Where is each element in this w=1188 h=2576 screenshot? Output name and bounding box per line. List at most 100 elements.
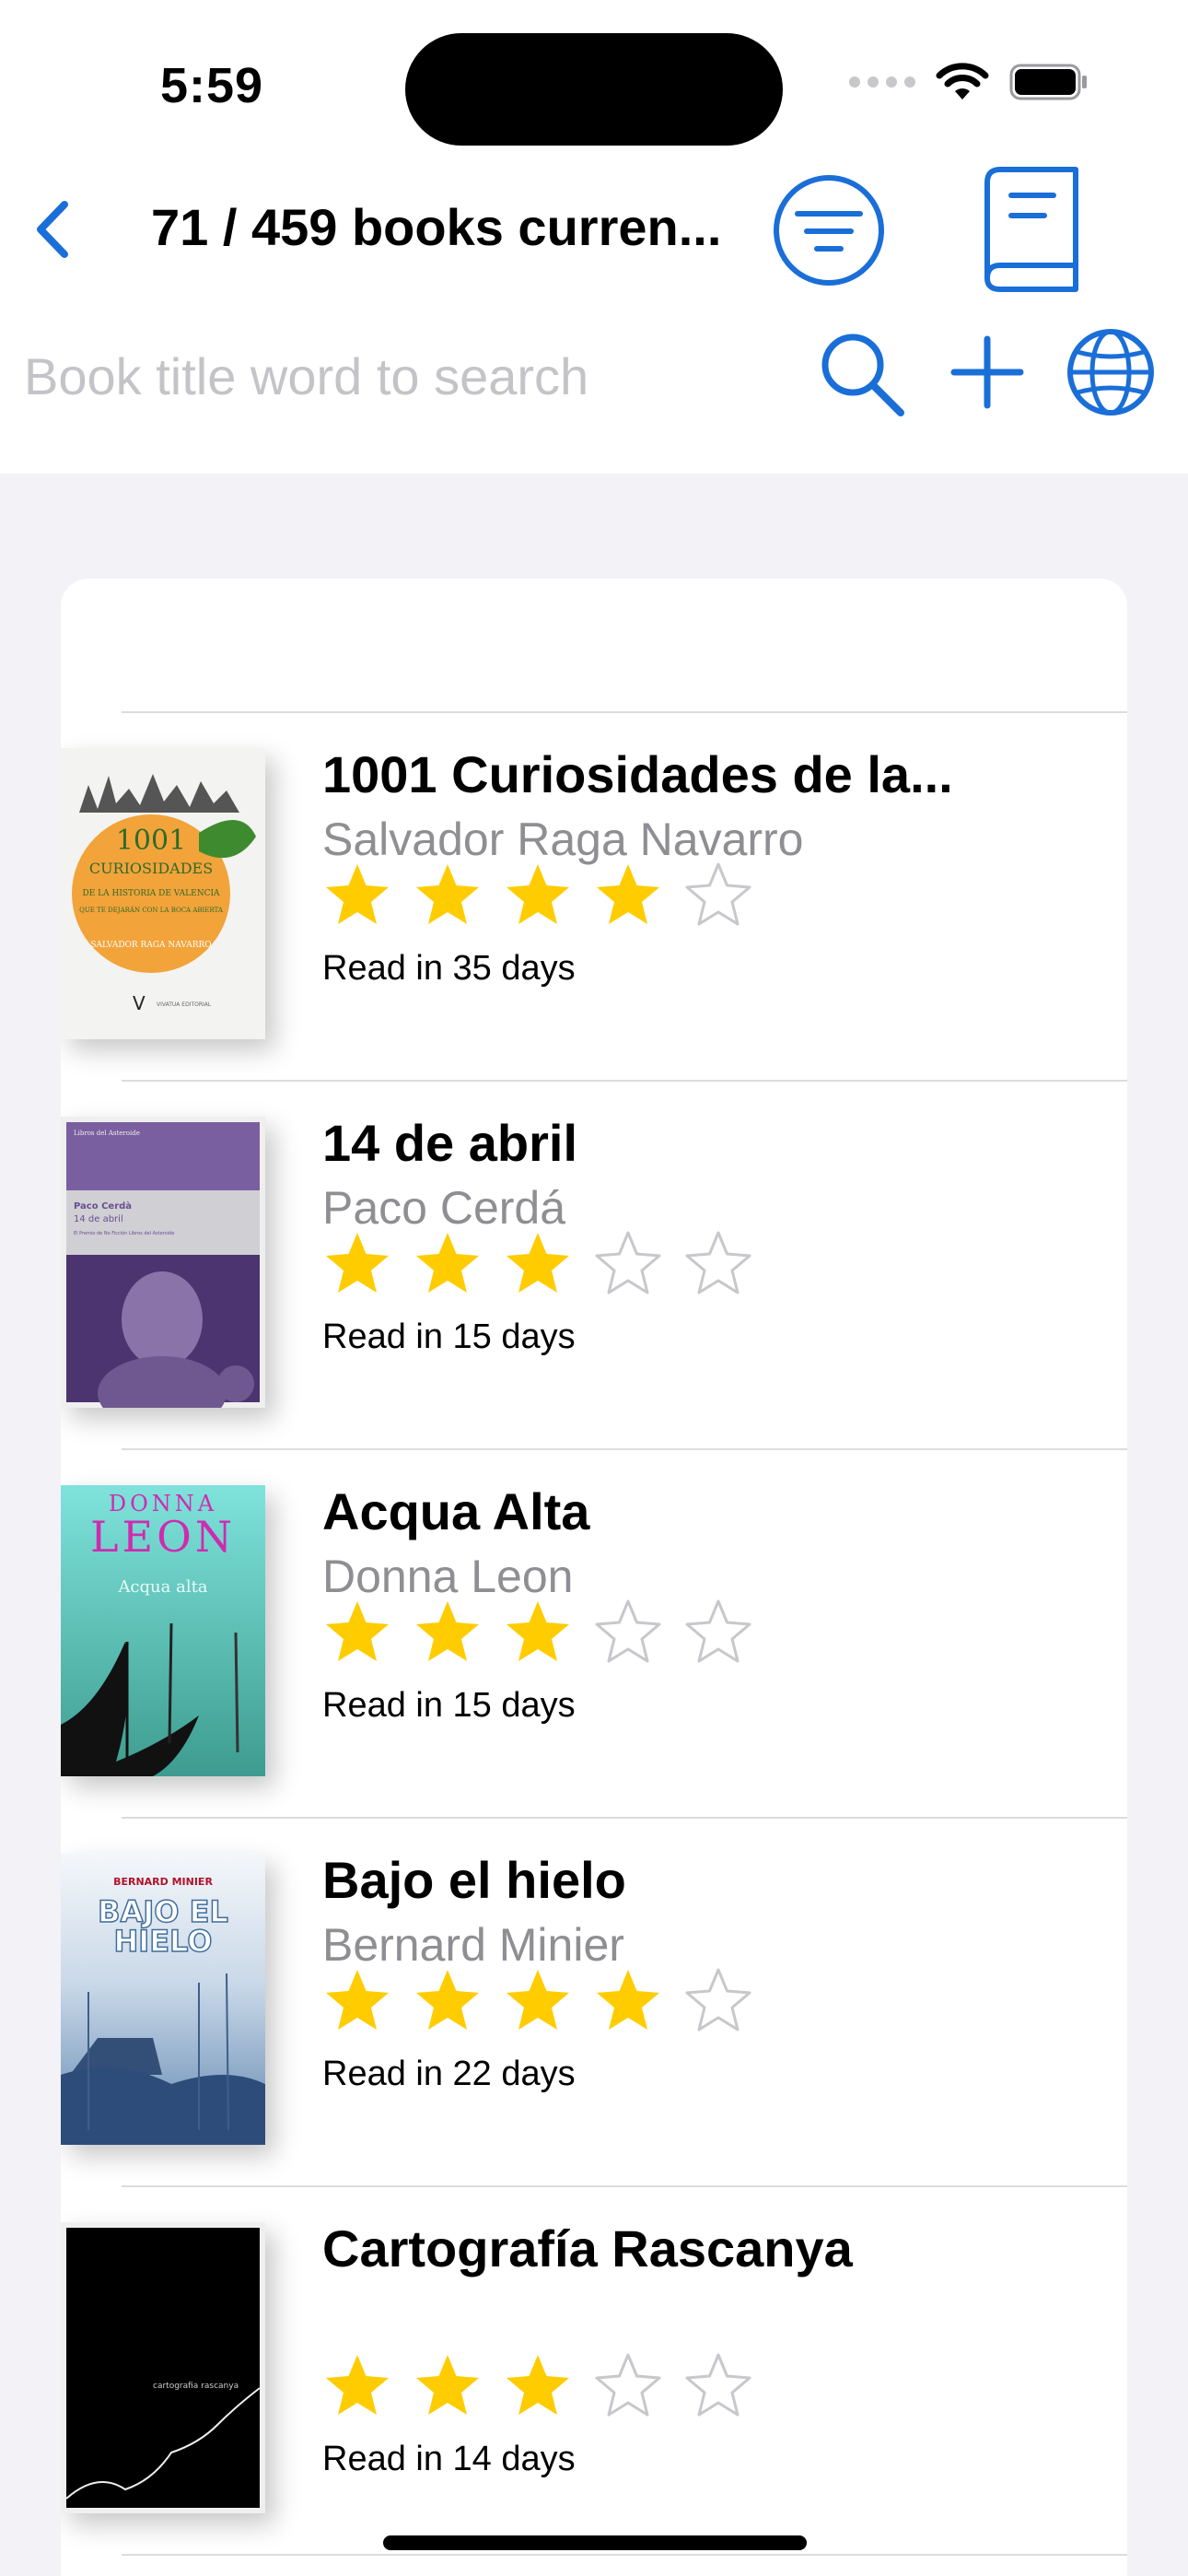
divider <box>122 1448 1127 1450</box>
star-filled-icon <box>416 1970 479 2030</box>
list-item[interactable] <box>61 2554 1127 2576</box>
star-empty-icon <box>685 2353 751 2417</box>
star-filled-icon <box>326 864 389 924</box>
read-duration: Read in 15 days <box>322 1686 576 1725</box>
book-cover: DONNA LEON Acqua alta <box>61 1485 265 1776</box>
svg-text:14 de abril: 14 de abril <box>74 1214 123 1224</box>
star-filled-icon <box>326 1970 389 2030</box>
star-empty-icon <box>685 1231 751 1294</box>
read-duration: Read in 14 days <box>322 2440 576 2478</box>
star-empty-icon <box>685 862 751 926</box>
divider <box>122 2185 1127 2187</box>
cover-art: BERNARD MINIER BAJO EL HIELO <box>61 1854 265 2145</box>
star-filled-icon <box>507 2355 569 2415</box>
star-filled-icon <box>507 1601 569 1661</box>
cover-art: DONNA LEON Acqua alta <box>61 1485 265 1776</box>
cellular-signal-icon <box>849 76 915 88</box>
book-cover: BERNARD MINIER BAJO EL HIELO <box>61 1854 265 2145</box>
book-closed-icon[interactable] <box>974 162 1085 295</box>
divider <box>122 2554 1127 2556</box>
svg-text:LEON: LEON <box>90 1512 236 1562</box>
svg-text:El Premio de No Ficción Libros: El Premio de No Ficción Libros del Aster… <box>74 1230 174 1236</box>
star-empty-icon <box>685 1599 751 1663</box>
home-indicator <box>383 2535 807 2550</box>
star-filled-icon <box>597 1970 659 2030</box>
status-time: 5:59 <box>160 58 264 113</box>
svg-text:HIELO: HIELO <box>114 1924 213 1959</box>
star-rating <box>322 1598 753 1668</box>
book-title: Cartografía Rascanya <box>322 2219 853 2277</box>
cover-art: Libros del Asteroide Paco Cerdà 14 de ab… <box>61 1117 265 1408</box>
book-author: Paco Cerdá <box>322 1182 566 1234</box>
search-input[interactable] <box>24 337 788 415</box>
svg-text:V: V <box>133 992 146 1014</box>
screen: 5:59 71 / 459 books curren... Book title… <box>0 0 1188 2576</box>
svg-text:1001: 1001 <box>116 825 186 857</box>
star-empty-icon <box>685 1968 751 2032</box>
globe-icon[interactable] <box>1065 326 1157 418</box>
read-duration: Read in 35 days <box>322 949 576 988</box>
star-filled-icon <box>416 2355 479 2415</box>
book-title: Bajo el hielo <box>322 1851 626 1909</box>
header: 5:59 71 / 459 books curren... <box>0 0 1188 474</box>
svg-text:QUE TE DEJARÁN CON LA BOCA ABI: QUE TE DEJARÁN CON LA BOCA ABIERTA <box>79 906 224 914</box>
filter-lines-circle-icon[interactable] <box>770 171 888 289</box>
cover-art: cartografia rascanya <box>61 2222 265 2513</box>
star-filled-icon <box>416 1233 479 1293</box>
wifi-icon <box>936 63 989 100</box>
star-filled-icon <box>416 1601 479 1661</box>
star-empty-icon <box>595 1599 661 1663</box>
list-item[interactable]: DONNA LEON Acqua alta Acqua Alta Donna L… <box>61 1448 1127 1817</box>
book-list: 1001 CURIOSIDADES DE LA HISTORIA DE VALE… <box>61 579 1127 2576</box>
star-filled-icon <box>326 1233 389 1293</box>
battery-icon <box>1009 64 1087 100</box>
divider <box>122 1817 1127 1819</box>
star-filled-icon <box>507 864 569 924</box>
list-item[interactable]: 1001 CURIOSIDADES DE LA HISTORIA DE VALE… <box>61 711 1127 1080</box>
divider <box>122 711 1127 713</box>
cover-art: 1001 CURIOSIDADES DE LA HISTORIA DE VALE… <box>61 748 265 1039</box>
star-filled-icon <box>507 1233 569 1293</box>
chevron-left-icon[interactable] <box>20 188 85 271</box>
book-cover: cartografia rascanya <box>61 2222 265 2513</box>
list-item[interactable]: Libros del Asteroide Paco Cerdà 14 de ab… <box>61 1080 1127 1448</box>
plus-icon[interactable] <box>949 334 1026 411</box>
svg-text:DE LA HISTORIA DE VALENCIA: DE LA HISTORIA DE VALENCIA <box>82 889 220 898</box>
svg-text:VIVATUA EDITORIAL: VIVATUA EDITORIAL <box>157 1001 212 1008</box>
svg-text:cartografia rascanya: cartografia rascanya <box>153 2382 239 2391</box>
svg-text:CURIOSIDADES: CURIOSIDADES <box>89 860 213 877</box>
star-empty-icon <box>595 2353 661 2417</box>
magnifying-glass-icon[interactable] <box>816 328 908 420</box>
book-author: Donna Leon <box>322 1551 574 1602</box>
read-duration: Read in 22 days <box>322 2055 576 2093</box>
star-filled-icon <box>326 2355 389 2415</box>
list-item[interactable]: BERNARD MINIER BAJO EL HIELO Bajo el hie… <box>61 1817 1127 2185</box>
star-filled-icon <box>597 864 659 924</box>
star-filled-icon <box>416 864 479 924</box>
book-author: Bernard Minier <box>322 1919 624 1971</box>
book-cover: 1001 CURIOSIDADES DE LA HISTORIA DE VALE… <box>61 748 265 1039</box>
svg-text:Paco Cerdà: Paco Cerdà <box>74 1200 132 1212</box>
svg-text:Libros del Asteroide: Libros del Asteroide <box>74 1130 140 1137</box>
star-filled-icon <box>507 1970 569 2030</box>
star-filled-icon <box>326 1601 389 1661</box>
list-item[interactable]: cartografia rascanya Cartografía Rascany… <box>61 2185 1127 2554</box>
divider <box>122 1080 1127 1082</box>
star-rating <box>322 1229 753 1299</box>
page-title: 71 / 459 books curren... <box>151 198 722 256</box>
svg-text:SALVADOR RAGA NAVARRO: SALVADOR RAGA NAVARRO <box>90 941 211 950</box>
book-author: Salvador Raga Navarro <box>322 814 804 865</box>
status-icons <box>849 63 1089 101</box>
star-rating <box>322 2351 753 2421</box>
book-cover: Libros del Asteroide Paco Cerdà 14 de ab… <box>61 1117 265 1408</box>
read-duration: Read in 15 days <box>322 1317 576 1356</box>
book-title: 14 de abril <box>322 1114 578 1172</box>
book-title: Acqua Alta <box>322 1482 590 1540</box>
star-empty-icon <box>595 1231 661 1294</box>
star-rating <box>322 1966 753 2036</box>
svg-text:BERNARD MINIER: BERNARD MINIER <box>113 1876 213 1888</box>
svg-text:Acqua alta: Acqua alta <box>117 1577 207 1597</box>
dynamic-island <box>405 33 783 146</box>
star-rating <box>322 861 753 931</box>
book-title: 1001 Curiosidades de la... <box>322 745 953 803</box>
